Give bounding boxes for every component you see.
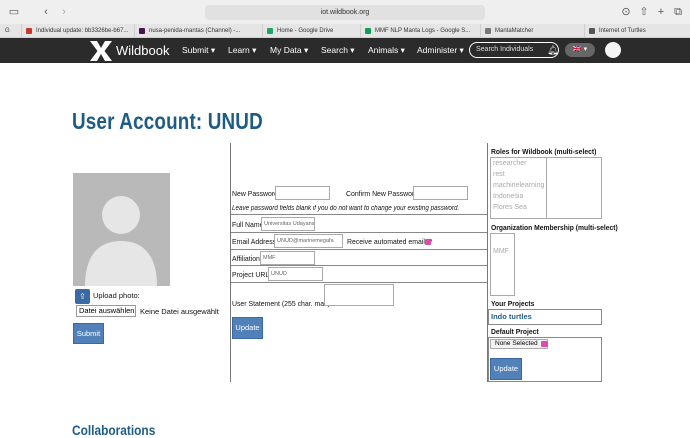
new-password-input[interactable] — [275, 186, 330, 200]
nav-administer[interactable]: Administer ▾ — [417, 45, 464, 56]
brand-name[interactable]: Wildbook — [116, 43, 169, 58]
browser-tab[interactable]: MantaMatcher — [481, 24, 585, 38]
affiliation-label: Affiliation — [232, 254, 260, 263]
nav-label: Submit — [182, 45, 209, 55]
sheets-icon — [365, 28, 371, 34]
browser-tab[interactable]: MMF NLP Manta Logs - Google S... — [361, 24, 481, 38]
new-password-label: New Password: — [232, 189, 280, 198]
roles-box-border — [601, 157, 602, 219]
tab-label: MMF NLP Manta Logs - Google S... — [375, 28, 471, 34]
nav-label: Administer — [417, 45, 458, 55]
role-option[interactable]: Indonesia — [491, 191, 546, 202]
roles-box-border — [547, 218, 602, 219]
upload-photo-icon: ⇪ — [75, 289, 90, 304]
sidebar-toggle-icon[interactable]: ▭ — [8, 6, 20, 18]
select-value: None Selected — [495, 340, 538, 347]
default-project-select[interactable]: None Selected — [490, 339, 548, 349]
user-avatar[interactable] — [605, 42, 621, 58]
nav-search[interactable]: Search ▾ — [321, 45, 355, 56]
gmail-icon — [26, 28, 32, 34]
statement-label: User Statement (255 char. max): — [232, 299, 332, 308]
org-option[interactable]: MMF — [491, 246, 514, 257]
confirm-password-input[interactable] — [413, 186, 468, 200]
mantamatcher-icon — [485, 28, 491, 34]
full-name-label: Full Name — [232, 220, 264, 229]
download-icon[interactable]: ⊙ — [620, 6, 632, 18]
role-option[interactable]: researcher — [491, 158, 546, 169]
upload-photo-label: Upload photo: — [93, 291, 140, 300]
language-selector[interactable]: 🇬🇧 ▾ — [565, 43, 595, 57]
org-membership-label: Organization Membership (multi-select) — [491, 223, 618, 232]
update-profile-button[interactable]: Update — [232, 317, 263, 339]
form-divider-left — [230, 143, 231, 382]
slack-icon — [139, 28, 145, 34]
search-input[interactable]: Search Individuals — [469, 42, 559, 58]
org-multiselect[interactable]: MMF — [490, 233, 515, 296]
your-projects-label: Your Projects — [491, 299, 535, 308]
tab-label: MantaMatcher — [495, 28, 534, 34]
file-status: Keine Datei ausgewählt — [140, 307, 219, 316]
form-divider — [231, 282, 487, 283]
bell-icon[interactable]: 🔔︎ — [547, 45, 558, 56]
role-option[interactable]: rest — [491, 169, 546, 180]
full-name-input[interactable]: Universitas Udayana — [261, 217, 315, 231]
role-option[interactable]: machinelearning — [491, 180, 546, 191]
password-hint: Leave password fields blank if you do no… — [232, 205, 460, 212]
affiliation-input[interactable]: MMF — [260, 251, 315, 265]
tab-label: Individual update: bb3326be-b67... — [36, 28, 129, 34]
browser-tab[interactable]: Internet of Turtles — [585, 24, 690, 38]
nav-learn[interactable]: Learn ▾ — [228, 45, 256, 56]
tab-overview-icon[interactable]: ⧉ — [672, 6, 684, 18]
roles-label: Roles for Wildbook (multi-select) — [491, 147, 597, 156]
statement-textarea[interactable] — [324, 284, 394, 306]
nav-label: Animals — [368, 45, 399, 55]
form-divider — [231, 232, 487, 233]
form-divider — [231, 249, 487, 250]
receive-emails-label: Receive automated emails? — [347, 237, 433, 246]
forward-icon[interactable]: › — [58, 6, 70, 18]
collaborations-heading: Collaborations — [72, 422, 156, 438]
drive-icon — [267, 28, 273, 34]
form-divider — [231, 265, 487, 266]
role-option[interactable]: Flores Sea — [491, 202, 546, 213]
nav-label: Search — [321, 45, 348, 55]
roles-multiselect[interactable]: researcher rest machinelearning Indonesi… — [490, 157, 547, 219]
submit-button[interactable]: Submit — [73, 323, 104, 344]
wildbook-logo-icon[interactable] — [88, 40, 114, 62]
turtle-icon — [589, 28, 595, 34]
email-label: Email Address — [232, 237, 277, 246]
tab-bar: G Individual update: bb3326be-b67... nus… — [0, 24, 690, 38]
nav-label: Learn — [228, 45, 250, 55]
browser-tab[interactable]: Individual update: bb3326be-b67... — [22, 24, 135, 38]
project-url-label: Project URL: — [232, 270, 272, 279]
nav-submit[interactable]: Submit ▾ — [182, 45, 215, 56]
update-project-button[interactable]: Update — [490, 358, 522, 380]
nav-animals[interactable]: Animals ▾ — [368, 45, 405, 56]
chevron-down-icon — [541, 341, 548, 347]
address-bar[interactable]: iot.wildbook.org — [205, 5, 485, 20]
tab-label: nusa-penida-mantas (Channel) -... — [149, 28, 241, 34]
email-input[interactable]: UNUD@marinemegafa — [274, 234, 343, 248]
form-divider — [231, 214, 487, 215]
confirm-password-label: Confirm New Password: — [346, 189, 421, 198]
page-title: User Account: UNUD — [72, 108, 263, 134]
default-project-label: Default Project — [491, 327, 539, 336]
roles-box-border — [547, 157, 602, 158]
tab-label: Internet of Turtles — [599, 28, 646, 34]
browser-tab[interactable]: nusa-penida-mantas (Channel) -... — [135, 24, 263, 38]
new-tab-icon[interactable]: + — [655, 6, 667, 18]
choose-file-button[interactable]: Datei auswählen — [76, 305, 136, 317]
back-icon[interactable]: ‹ — [40, 6, 52, 18]
nav-label: My Data — [270, 45, 302, 55]
profile-placeholder-icon — [73, 173, 170, 286]
project-link[interactable]: Indo turtles — [491, 312, 532, 321]
browser-tab[interactable]: Home - Google Drive — [263, 24, 361, 38]
share-icon[interactable]: ⇧ — [638, 6, 650, 18]
project-url-input[interactable]: UNUD — [268, 267, 323, 281]
nav-my-data[interactable]: My Data ▾ — [270, 45, 308, 56]
tab-label: Home - Google Drive — [277, 28, 334, 34]
receive-emails-checkbox[interactable] — [425, 239, 431, 245]
pinned-tab[interactable]: G — [0, 24, 22, 38]
